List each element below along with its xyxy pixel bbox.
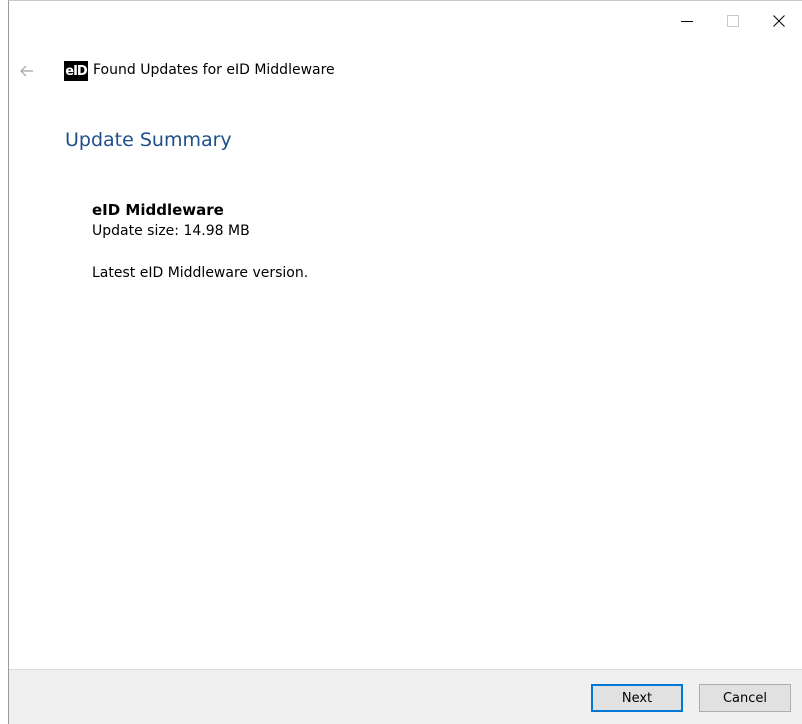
- eid-logo-icon: e ID: [64, 61, 88, 81]
- update-size: Update size: 14.98 MB: [92, 223, 250, 239]
- page-title: Update Summary: [65, 129, 232, 151]
- cancel-button[interactable]: Cancel: [699, 684, 791, 712]
- maximize-icon: [727, 15, 739, 27]
- window-caption-controls: [664, 1, 802, 41]
- close-icon: [773, 15, 785, 27]
- minimize-icon: [681, 21, 693, 22]
- update-summary: eID Middleware Update size: 14.98 MB Lat…: [92, 201, 308, 281]
- logo-letter-e: e: [65, 63, 74, 79]
- next-button[interactable]: Next: [591, 684, 683, 712]
- update-description: Latest eID Middleware version.: [92, 265, 309, 281]
- wizard-footer: Next Cancel: [9, 669, 802, 724]
- update-name: eID Middleware: [92, 201, 224, 219]
- update-wizard-window: e ID Found Updates for eID Middleware Upd…: [8, 0, 802, 724]
- minimize-button[interactable]: [664, 1, 710, 41]
- back-button[interactable]: [15, 61, 39, 81]
- wizard-header: e ID Found Updates for eID Middleware: [9, 53, 802, 89]
- maximize-button[interactable]: [710, 1, 756, 41]
- close-button[interactable]: [756, 1, 802, 41]
- back-arrow-icon: [20, 65, 33, 77]
- window-title: Found Updates for eID Middleware: [93, 62, 335, 78]
- logo-letters-id: ID: [73, 63, 88, 79]
